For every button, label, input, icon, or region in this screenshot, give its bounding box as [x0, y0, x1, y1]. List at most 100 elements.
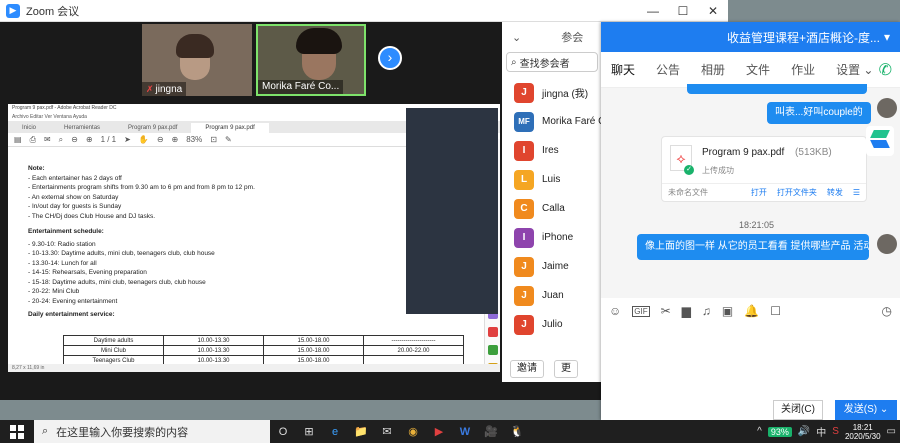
pdf-tab-doc-active[interactable]: Program 9 pax.pdf — [191, 123, 269, 133]
collapse-chevron-icon[interactable]: ⌄ — [512, 31, 521, 44]
maximize-button[interactable]: ☐ — [668, 0, 698, 22]
qq-icon[interactable]: 🐧 — [504, 420, 530, 443]
media-player-icon[interactable]: ▶ — [426, 420, 452, 443]
floating-app-icon[interactable] — [866, 126, 894, 156]
chrome-icon[interactable]: ◉ — [400, 420, 426, 443]
hand-tool-icon[interactable]: ✋ — [139, 135, 149, 144]
list-item[interactable]: J Jaime — [502, 252, 602, 281]
zoom-in-icon[interactable]: ⊕ — [172, 135, 179, 144]
send-button[interactable]: 发送(S) ⌄ — [835, 400, 897, 420]
open-folder-link[interactable]: 打开文件夹 — [777, 187, 817, 198]
window-icon[interactable]: ☐ — [770, 304, 781, 318]
pdf-schedule-title: Entertainment schedule: — [28, 228, 104, 235]
taskbar-clock[interactable]: 18:21 2020/5/30 — [845, 423, 881, 441]
list-item[interactable]: I iPhone — [502, 223, 602, 252]
phone-call-icon[interactable]: ✆ — [879, 60, 892, 80]
tab-notice[interactable]: 公告 — [656, 61, 680, 78]
tab-files[interactable]: 文件 — [746, 61, 770, 78]
pdf-tab-tools[interactable]: Herramientas — [50, 123, 114, 133]
pdf-schedule-line: - 20-22: Mini Club — [28, 288, 80, 295]
zoom-titlebar: ▶ Zoom 会议 — ☐ ✕ — [0, 0, 728, 22]
list-item[interactable]: MF Morika Faré C — [502, 107, 602, 136]
show-hidden-icons[interactable]: ^ — [757, 426, 762, 437]
page-indicator[interactable]: 1 / 1 — [101, 135, 117, 144]
participant-search-input[interactable]: ⌕ 查找参会者 — [506, 52, 598, 72]
word-icon[interactable]: W — [452, 420, 478, 443]
participant-hair — [296, 28, 342, 54]
emoji-icon[interactable]: ☺ — [609, 304, 621, 318]
avatar: J — [514, 285, 534, 306]
taskbar-search-input[interactable]: ⌕ 在这里输入你要搜索的内容 — [34, 420, 270, 443]
prev-page-icon[interactable]: ⊖ — [71, 135, 78, 144]
avatar: J — [514, 82, 534, 103]
mail-icon[interactable]: ✉ — [374, 420, 400, 443]
pdf-tab-home[interactable]: Inicio — [8, 123, 50, 133]
volume-icon[interactable]: 🔊 — [798, 426, 810, 437]
tab-homework[interactable]: 作业 — [791, 61, 815, 78]
zoom-app-icon[interactable]: 🎥 — [478, 420, 504, 443]
list-item[interactable]: C Calla — [502, 194, 602, 223]
video-tile-morika[interactable]: Morika Faré Co... — [256, 24, 366, 96]
find-icon[interactable]: ⌕ — [59, 135, 63, 145]
scissors-icon[interactable]: ✂ — [661, 304, 671, 318]
file-message-card[interactable]: ⟡ ✓ Program 9 pax.pdf (513KB) 上传成功 未命名文件… — [661, 136, 867, 202]
clock-time: 18:21 — [852, 422, 873, 432]
sogou-icon[interactable]: S — [832, 426, 839, 437]
organize-pages-icon[interactable] — [487, 345, 498, 355]
video-tile-jingna[interactable]: ✗ jingna — [142, 24, 252, 96]
export-pdf-icon[interactable] — [487, 327, 498, 337]
list-item[interactable]: J Juan — [502, 281, 602, 310]
fit-page-icon[interactable]: ⊡ — [210, 135, 217, 144]
history-clock-icon[interactable]: ◷ — [882, 304, 892, 318]
close-button[interactable]: ✕ — [698, 0, 728, 22]
invite-button[interactable]: 邀请 — [510, 360, 544, 378]
chat-menu-icon[interactable]: ▾ — [884, 30, 890, 44]
pdf-schedule-line: - 13.30-14: Lunch for all — [28, 259, 97, 267]
folder-icon[interactable]: ▆ — [682, 304, 691, 318]
next-page-icon[interactable]: ⊕ — [86, 135, 93, 144]
file-explorer-icon[interactable]: 📁 — [348, 420, 374, 443]
music-icon[interactable]: ♫ — [702, 304, 711, 318]
mail-icon[interactable]: ✉ — [44, 135, 51, 144]
tab-album[interactable]: 相册 — [701, 61, 725, 78]
zoom-out-icon[interactable]: ⊖ — [157, 135, 164, 144]
bell-icon[interactable]: 🔔 — [744, 304, 759, 318]
close-chat-button[interactable]: 关闭(C) — [773, 400, 823, 420]
list-item[interactable]: L Luis — [502, 165, 602, 194]
forward-link[interactable]: 转发 — [827, 187, 843, 198]
windows-start-button[interactable] — [0, 420, 34, 443]
chat-message-input[interactable] — [601, 324, 900, 396]
input-method-icon[interactable]: 中 — [816, 424, 826, 439]
pdf-note-line: - In/out day for guests is Sunday — [28, 203, 122, 210]
comment-icon[interactable]: ✎ — [225, 135, 232, 144]
tab-chat[interactable]: 聊天 — [611, 61, 635, 78]
task-view-icon[interactable]: ⊞ — [296, 420, 322, 443]
battery-indicator[interactable]: 93% — [767, 426, 792, 437]
zoom-level[interactable]: 83% — [186, 135, 202, 144]
participant-list: J jingna (我) MF Morika Faré C I Ires L L… — [502, 78, 602, 339]
cortana-icon[interactable]: O — [270, 420, 296, 443]
list-item[interactable]: I Ires — [502, 136, 602, 165]
table-row: Daytime adults 10.00-13.30 15.00-18.00 -… — [63, 335, 464, 346]
minimize-button[interactable]: — — [638, 0, 668, 22]
more-button[interactable]: 更 — [554, 360, 578, 378]
pdf-note-title: Note: — [28, 165, 45, 172]
edge-icon[interactable]: e — [322, 420, 348, 443]
mic-off-icon: ✗ — [146, 84, 154, 94]
pdf-tab-doc[interactable]: Program 9 pax.pdf — [114, 123, 191, 133]
upload-success-icon: ✓ — [684, 165, 694, 175]
list-item[interactable]: J jingna (我) — [502, 78, 602, 107]
list-item[interactable]: J Julio — [502, 310, 602, 339]
open-file-link[interactable]: 打开 — [751, 187, 767, 198]
image-icon[interactable]: ▣ — [722, 304, 733, 318]
next-videos-arrow-icon[interactable]: › — [378, 46, 402, 70]
chat-bubble: 像上面的图一样 从它的员工看看 提供哪些产品 活动 — [637, 234, 869, 260]
tab-settings[interactable]: 设置 ⌄ — [836, 61, 873, 78]
file-menu-icon[interactable]: ☰ — [853, 188, 860, 197]
pdf-daily-title: Daily entertainment service: — [28, 311, 115, 318]
save-icon[interactable]: ▤ — [14, 135, 22, 144]
gif-icon[interactable]: GIF — [632, 305, 650, 317]
select-tool-icon[interactable]: ➤ — [124, 135, 131, 144]
print-icon[interactable]: ⎙ — [30, 135, 36, 145]
notification-center-icon[interactable]: ▭ — [887, 426, 896, 437]
